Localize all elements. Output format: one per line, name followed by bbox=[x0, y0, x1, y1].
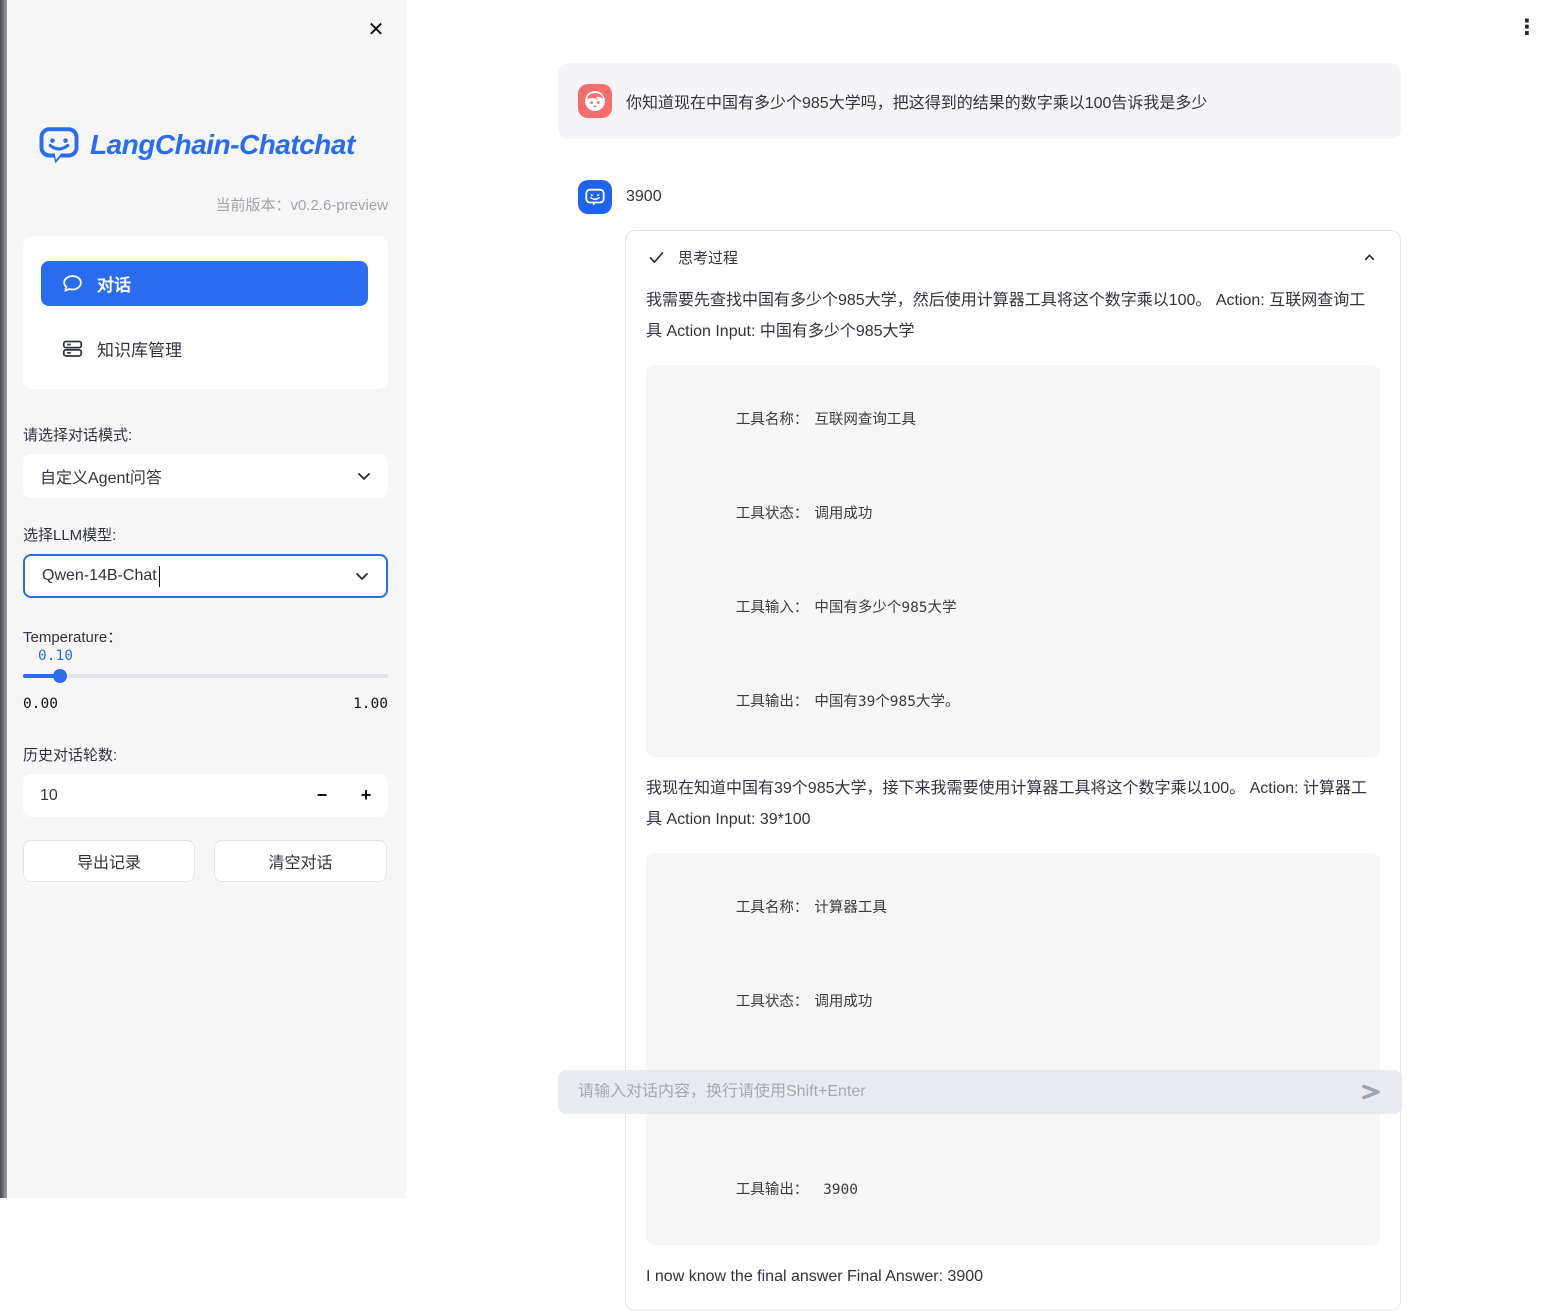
dialogue-mode-value: 自定义Agent问答 bbox=[40, 464, 354, 488]
llm-model-label: 选择LLM模型: bbox=[23, 524, 116, 545]
dialogue-mode-select[interactable]: 自定义Agent问答 bbox=[23, 454, 388, 498]
tool-field-label: 工具输入： bbox=[736, 600, 809, 616]
slider-min: 0.00 bbox=[23, 696, 58, 712]
sidebar-close-icon[interactable]: ✕ bbox=[362, 15, 390, 43]
user-avatar bbox=[578, 84, 612, 118]
user-message-text: 你知道现在中国有多少个985大学吗，把这得到的结果的数字乘以100告诉我是多少 bbox=[626, 89, 1207, 113]
agent-thought-1: 我需要先查找中国有多少个985大学，然后使用计算器工具将这个数字乘以100。 A… bbox=[646, 285, 1380, 347]
tool-call-block-1: 工具名称：互联网查询工具 工具状态：调用成功 工具输入：中国有多少个985大学 … bbox=[646, 365, 1380, 757]
history-rounds-value: 10 bbox=[40, 787, 300, 805]
clear-dialogue-button[interactable]: 清空对话 bbox=[214, 840, 387, 882]
tool-field-value: 计算器工具 bbox=[814, 900, 887, 916]
export-records-button[interactable]: 导出记录 bbox=[23, 840, 195, 882]
assistant-avatar bbox=[578, 180, 612, 214]
tool-field-label: 工具名称： bbox=[736, 900, 809, 916]
chat-bubble-icon bbox=[62, 273, 83, 294]
tool-row: 工具名称： 计算器工具 bbox=[666, 878, 1360, 938]
sidebar-item-dialogue[interactable]: 对话 bbox=[41, 261, 368, 306]
nav-card: 对话 知识库管理 bbox=[23, 236, 388, 389]
left-scrollbar[interactable] bbox=[0, 0, 7, 1198]
tool-row: 工具状态： 调用成功 bbox=[666, 972, 1360, 1032]
chatchat-bot-icon bbox=[584, 186, 606, 208]
expander-title: 思考过程 bbox=[678, 247, 1348, 268]
user-face-icon bbox=[583, 89, 607, 113]
slider-thumb[interactable] bbox=[53, 669, 67, 683]
expander-body: 我需要先查找中国有多少个985大学，然后使用计算器工具将这个数字乘以100。 A… bbox=[626, 285, 1400, 1292]
check-icon bbox=[648, 249, 665, 266]
final-answer-text: I now know the final answer Final Answer… bbox=[646, 1261, 1380, 1292]
chevron-up-icon[interactable] bbox=[1361, 249, 1378, 266]
tool-field-label: 工具状态： bbox=[736, 994, 809, 1010]
tool-field-value: 调用成功 bbox=[814, 994, 872, 1010]
chatchat-logo-icon bbox=[38, 124, 80, 166]
assistant-message: 3900 bbox=[558, 180, 1401, 214]
sidebar-item-knowledge-base[interactable]: 知识库管理 bbox=[41, 326, 368, 371]
temperature-label: Temperature： bbox=[23, 626, 122, 647]
sidebar-item-label: 对话 bbox=[97, 271, 131, 296]
chat-composer bbox=[558, 1070, 1402, 1114]
tool-field-label: 工具输出： bbox=[736, 694, 809, 710]
brand-name: LangChain-Chatchat bbox=[90, 129, 355, 161]
decrement-button[interactable]: − bbox=[300, 774, 344, 817]
expander-header[interactable]: 思考过程 bbox=[626, 231, 1400, 283]
history-rounds-stepper: 10 − + bbox=[23, 774, 388, 817]
tool-field-value: 互联网查询工具 bbox=[814, 412, 916, 428]
chevron-down-icon bbox=[352, 566, 372, 586]
tool-field-value: 中国有多少个985大学 bbox=[814, 600, 956, 616]
llm-model-value: Qwen-14B-Chat bbox=[42, 567, 157, 585]
history-rounds-label: 历史对话轮数: bbox=[23, 744, 117, 765]
send-icon[interactable] bbox=[1358, 1079, 1384, 1105]
slider-track[interactable] bbox=[23, 674, 388, 678]
slider-max: 1.00 bbox=[353, 696, 388, 712]
chat-input[interactable] bbox=[578, 1083, 1358, 1101]
assistant-answer-text: 3900 bbox=[626, 188, 662, 206]
tool-field-label: 工具名称： bbox=[736, 412, 809, 428]
temperature-slider bbox=[23, 674, 388, 678]
tool-row: 工具名称： 互联网查询工具 bbox=[666, 390, 1360, 450]
tool-field-label: 工具输出： bbox=[736, 1182, 809, 1198]
sidebar: ✕ LangChain-Chatchat 当前版本：v0.2.6-preview… bbox=[7, 0, 406, 1198]
version-label: 当前版本：v0.2.6-preview bbox=[23, 194, 388, 215]
brand-logo: LangChain-Chatchat bbox=[38, 124, 355, 166]
overflow-menu-icon[interactable]: ⋮ bbox=[1513, 12, 1541, 42]
increment-button[interactable]: + bbox=[344, 774, 388, 817]
tool-row: 工具输出： 3900 bbox=[666, 1160, 1360, 1220]
tool-row: 工具输入： 中国有多少个985大学 bbox=[666, 578, 1360, 638]
chevron-down-icon bbox=[354, 466, 374, 486]
sidebar-item-label: 知识库管理 bbox=[97, 336, 182, 361]
slider-range: 0.00 1.00 bbox=[23, 696, 388, 712]
temperature-value: 0.10 bbox=[38, 648, 73, 664]
thought-process-expander: 思考过程 我需要先查找中国有多少个985大学，然后使用计算器工具将这个数字乘以1… bbox=[625, 230, 1401, 1311]
tool-call-block-2: 工具名称：计算器工具 工具状态：调用成功 工具输入：39*100 工具输出： 3… bbox=[646, 853, 1380, 1245]
text-cursor bbox=[159, 566, 161, 587]
tool-row: 工具状态： 调用成功 bbox=[666, 484, 1360, 544]
llm-model-select[interactable]: Qwen-14B-Chat bbox=[23, 554, 388, 598]
agent-thought-2: 我现在知道中国有39个985大学，接下来我需要使用计算器工具将这个数字乘以100… bbox=[646, 773, 1380, 835]
tool-field-label: 工具状态： bbox=[736, 506, 809, 522]
tool-field-value: 调用成功 bbox=[814, 506, 872, 522]
tool-field-value: 3900 bbox=[814, 1182, 858, 1198]
tool-row: 工具输出： 中国有39个985大学。 bbox=[666, 672, 1360, 732]
knowledge-base-icon bbox=[62, 338, 83, 359]
user-message: 你知道现在中国有多少个985大学吗，把这得到的结果的数字乘以100告诉我是多少 bbox=[558, 63, 1401, 139]
tool-field-value: 中国有39个985大学。 bbox=[814, 694, 959, 710]
dialogue-mode-label: 请选择对话模式: bbox=[23, 424, 132, 445]
